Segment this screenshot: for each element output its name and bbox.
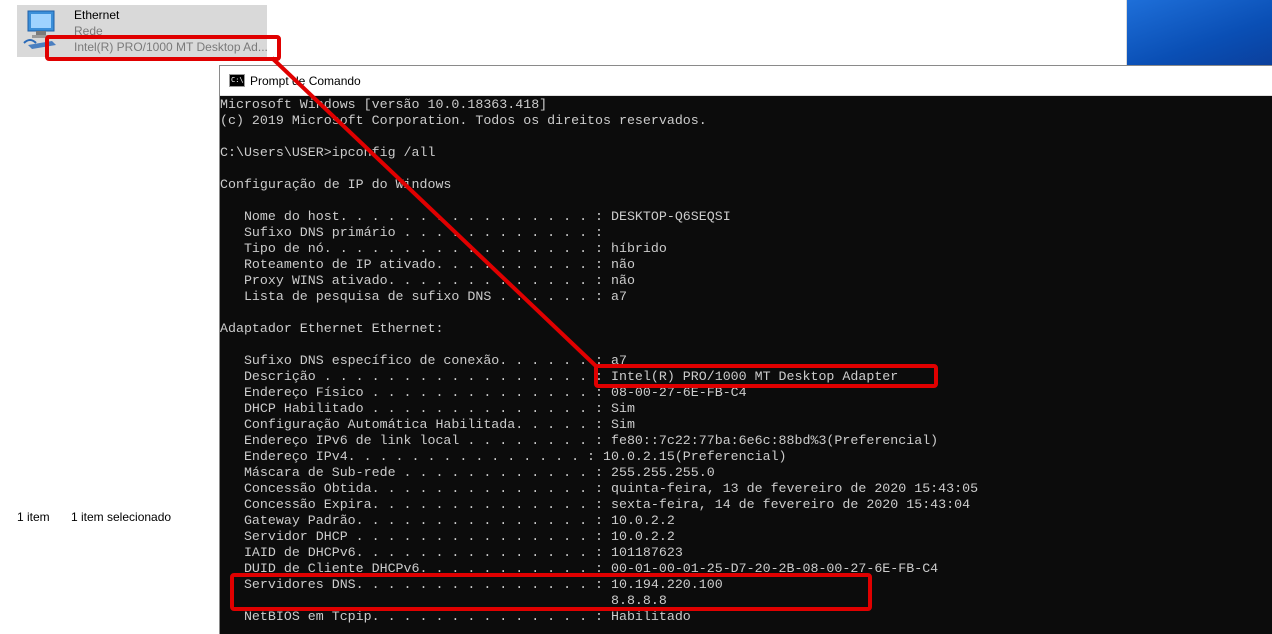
console-line: C:\Users\USER>ipconfig /all xyxy=(220,145,436,160)
console-line: Concessão Obtida. . . . . . . . . . . . … xyxy=(220,481,979,496)
console-line: Endereço IPv4. . . . . . . . . . . . . .… xyxy=(220,449,787,464)
cmd-titlebar[interactable]: C:\ Prompt de Comando xyxy=(220,66,1272,96)
status-selected-count: 1 item selecionado xyxy=(71,510,172,524)
command-prompt-window[interactable]: C:\ Prompt de Comando Microsoft Windows … xyxy=(219,65,1272,634)
console-line: Servidor DHCP . . . . . . . . . . . . . … xyxy=(220,529,675,544)
console-line: 8.8.8.8 xyxy=(220,593,667,608)
console-line: Roteamento de IP ativado. . . . . . . . … xyxy=(220,257,635,272)
ethernet-connection-item[interactable]: Ethernet Rede Intel(R) PRO/1000 MT Deskt… xyxy=(17,5,268,57)
console-output[interactable]: Microsoft Windows [versão 10.0.18363.418… xyxy=(220,96,1272,634)
console-line: Servidores DNS. . . . . . . . . . . . . … xyxy=(220,577,723,592)
console-line: Concessão Expira. . . . . . . . . . . . … xyxy=(220,497,971,512)
console-line: Endereço Físico . . . . . . . . . . . . … xyxy=(220,385,747,400)
console-line: (c) 2019 Microsoft Corporation. Todos os… xyxy=(220,113,707,128)
console-line: Lista de pesquisa de sufixo DNS . . . . … xyxy=(220,289,627,304)
status-item-count: 1 item xyxy=(17,510,50,524)
console-line: Descrição . . . . . . . . . . . . . . . … xyxy=(220,369,899,384)
console-line: Tipo de nó. . . . . . . . . . . . . . . … xyxy=(220,241,667,256)
cmd-icon: C:\ xyxy=(229,74,245,87)
status-bar: 1 item 1 item selecionado xyxy=(0,505,220,529)
console-line: Sufixo DNS primário . . . . . . . . . . … xyxy=(220,225,604,240)
connection-type: Rede xyxy=(74,24,103,38)
console-line: Nome do host. . . . . . . . . . . . . . … xyxy=(220,209,731,224)
console-line: Microsoft Windows [versão 10.0.18363.418… xyxy=(220,97,548,112)
console-line: IAID de DHCPv6. . . . . . . . . . . . . … xyxy=(220,545,683,560)
desktop-background xyxy=(1127,0,1272,66)
console-line: DHCP Habilitado . . . . . . . . . . . . … xyxy=(220,401,635,416)
console-line: Proxy WINS ativado. . . . . . . . . . . … xyxy=(220,273,635,288)
connection-name: Ethernet xyxy=(74,8,120,22)
network-adapter-icon xyxy=(23,10,56,49)
window-title: Prompt de Comando xyxy=(250,74,361,88)
console-line: Máscara de Sub-rede . . . . . . . . . . … xyxy=(220,465,715,480)
console-line: Endereço IPv6 de link local . . . . . . … xyxy=(220,433,939,448)
console-line: NetBIOS em Tcpip. . . . . . . . . . . . … xyxy=(220,609,691,624)
console-line: Adaptador Ethernet Ethernet: xyxy=(220,321,444,336)
console-line: Sufixo DNS específico de conexão. . . . … xyxy=(220,353,627,368)
connection-description: Intel(R) PRO/1000 MT Desktop Ad... xyxy=(74,40,268,54)
console-line: Gateway Padrão. . . . . . . . . . . . . … xyxy=(220,513,675,528)
console-line: Configuração de IP do Windows xyxy=(220,177,452,192)
console-line: DUID de Cliente DHCPv6. . . . . . . . . … xyxy=(220,561,939,576)
console-line: Configuração Automática Habilitada. . . … xyxy=(220,417,635,432)
